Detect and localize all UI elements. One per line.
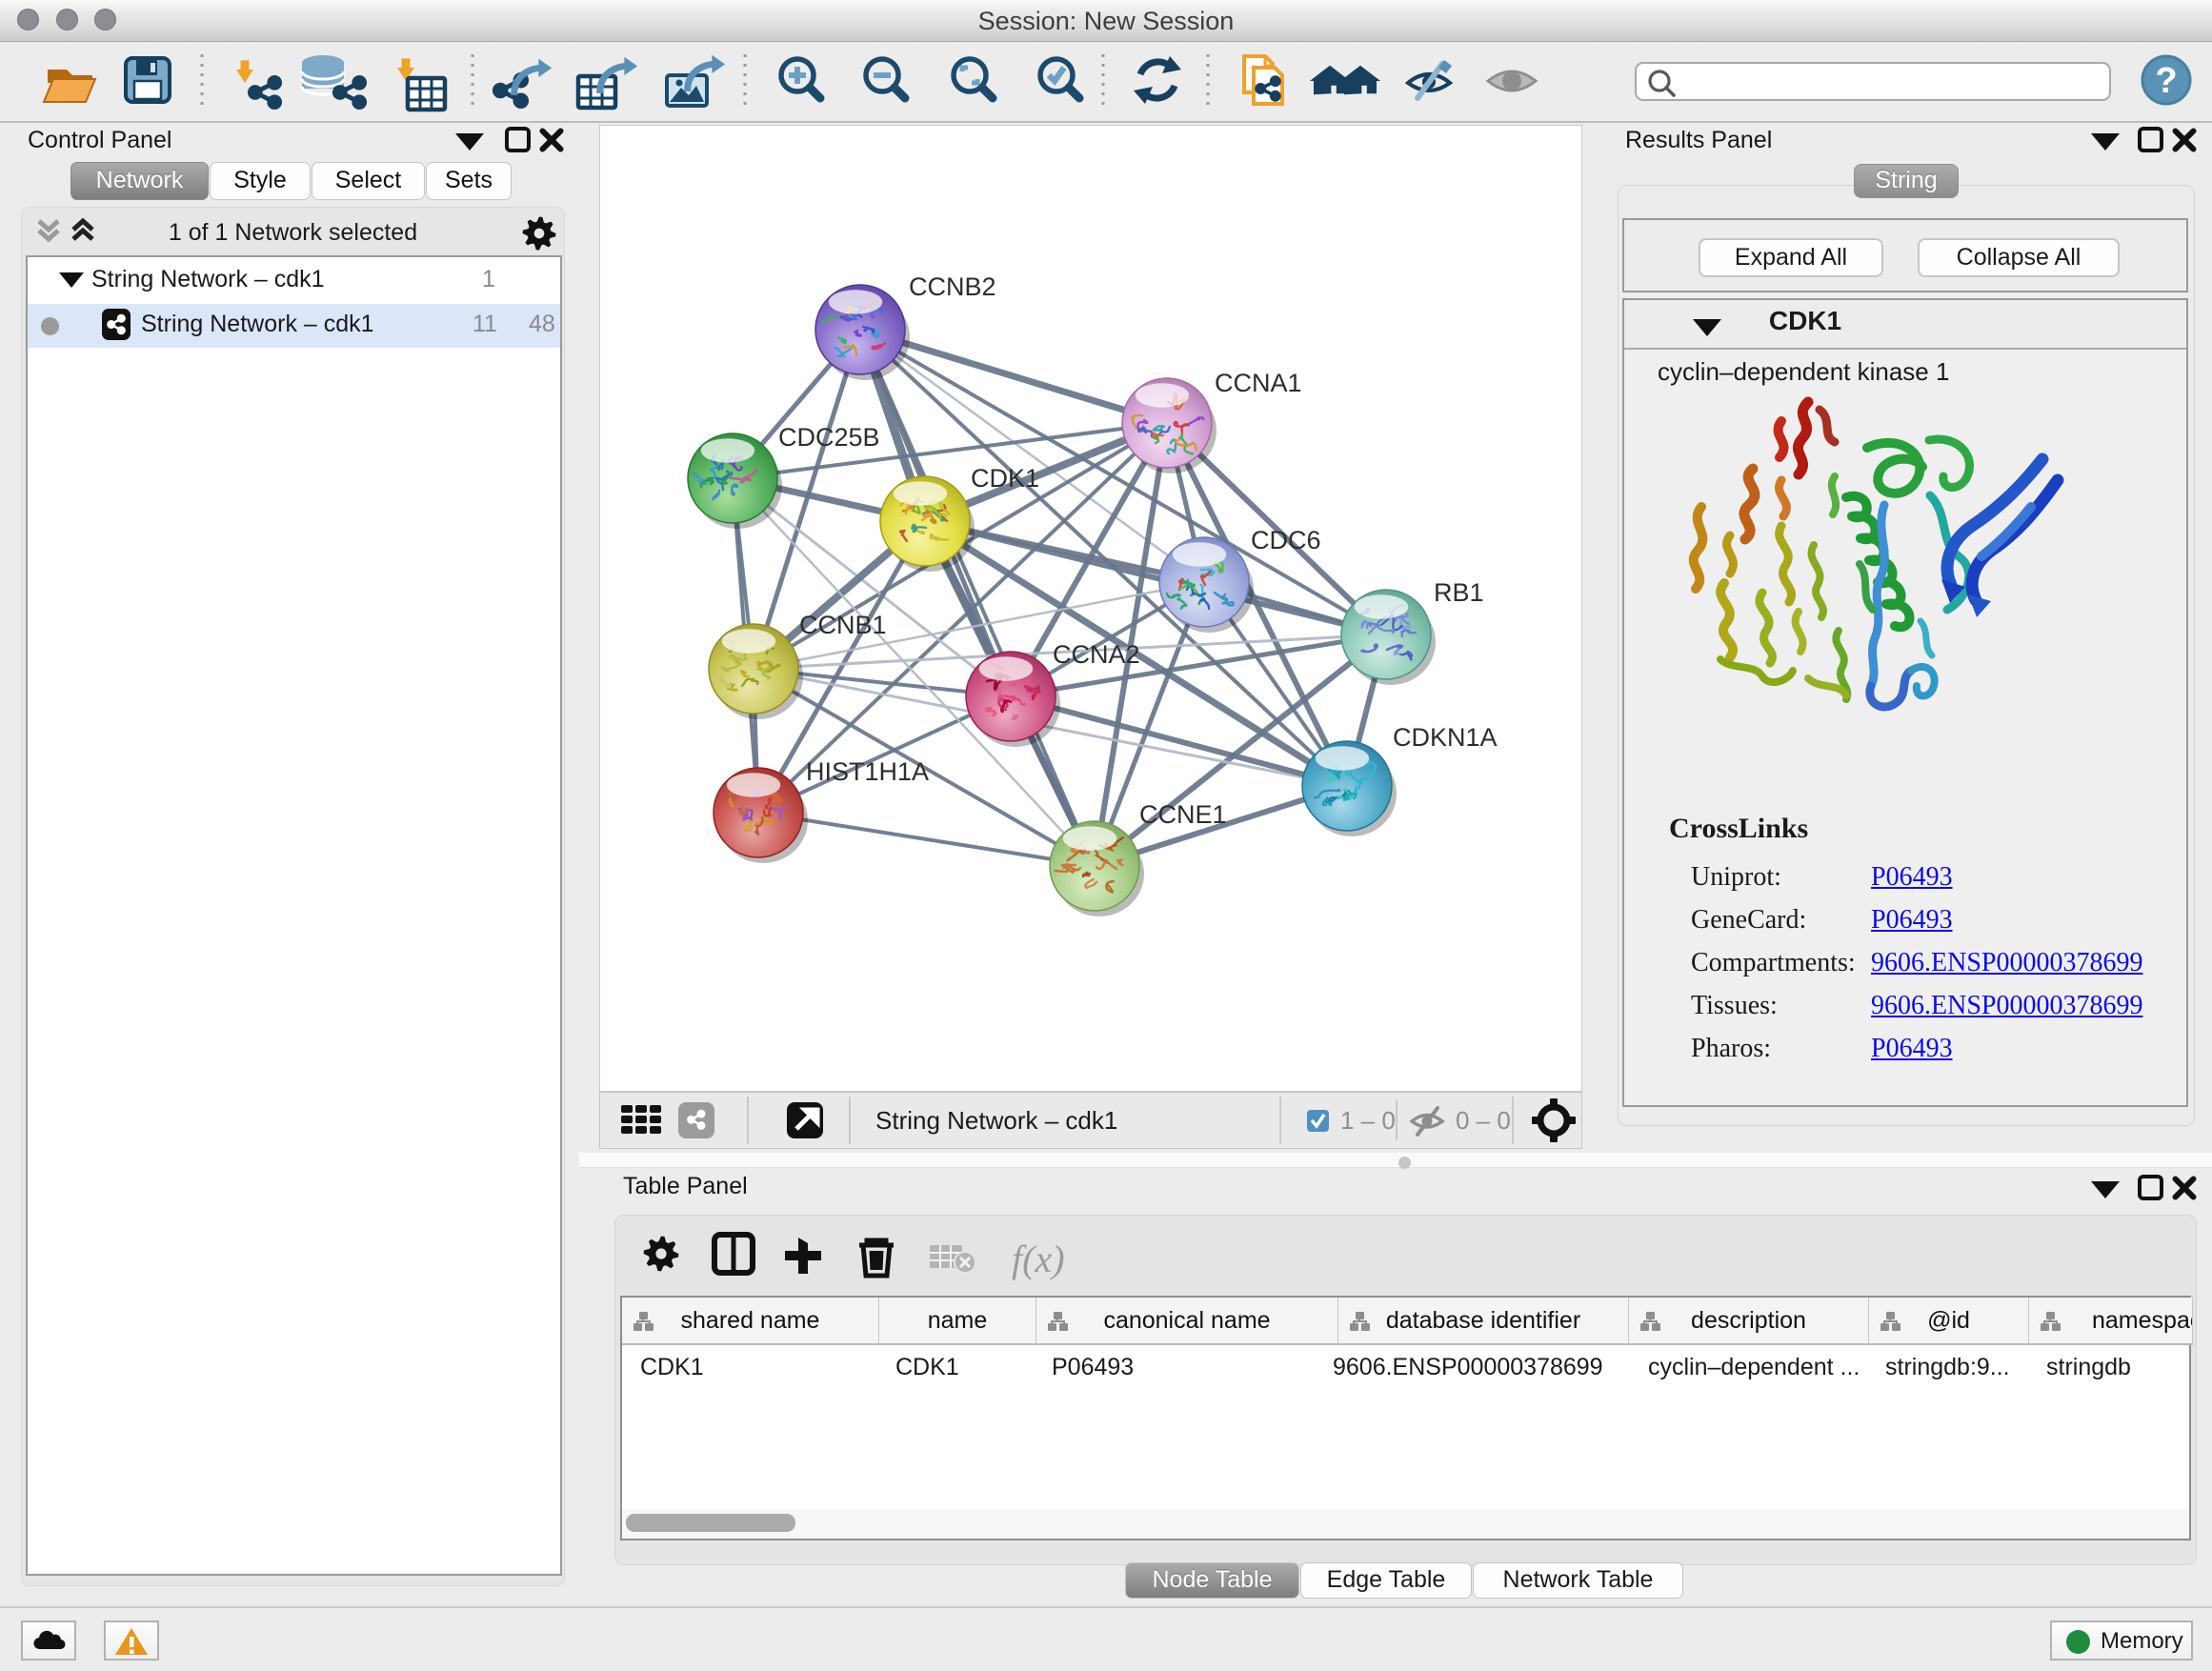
svg-text:String Network – cdk1: String Network – cdk1 [875,1106,1117,1135]
svg-text:CCNB1: CCNB1 [799,611,887,639]
svg-text:0 – 0: 0 – 0 [1456,1106,1511,1135]
svg-text:CCNA2: CCNA2 [1053,640,1140,669]
svg-text:f(x): f(x) [1012,1238,1065,1280]
svg-text:CDC6: CDC6 [1251,526,1321,554]
svg-text:CDC25B: CDC25B [778,423,880,452]
svg-text:CCNE1: CCNE1 [1139,800,1227,829]
svg-text:CDK1: CDK1 [971,464,1039,493]
svg-text:RB1: RB1 [1434,578,1484,607]
svg-text:HIST1H1A: HIST1H1A [806,757,929,786]
svg-text:?: ? [2155,61,2177,101]
svg-text:CCNA1: CCNA1 [1215,369,1302,397]
svg-text:CCNB2: CCNB2 [909,272,996,301]
svg-text:CDKN1A: CDKN1A [1393,723,1498,752]
svg-text:1 – 0: 1 – 0 [1340,1106,1396,1135]
